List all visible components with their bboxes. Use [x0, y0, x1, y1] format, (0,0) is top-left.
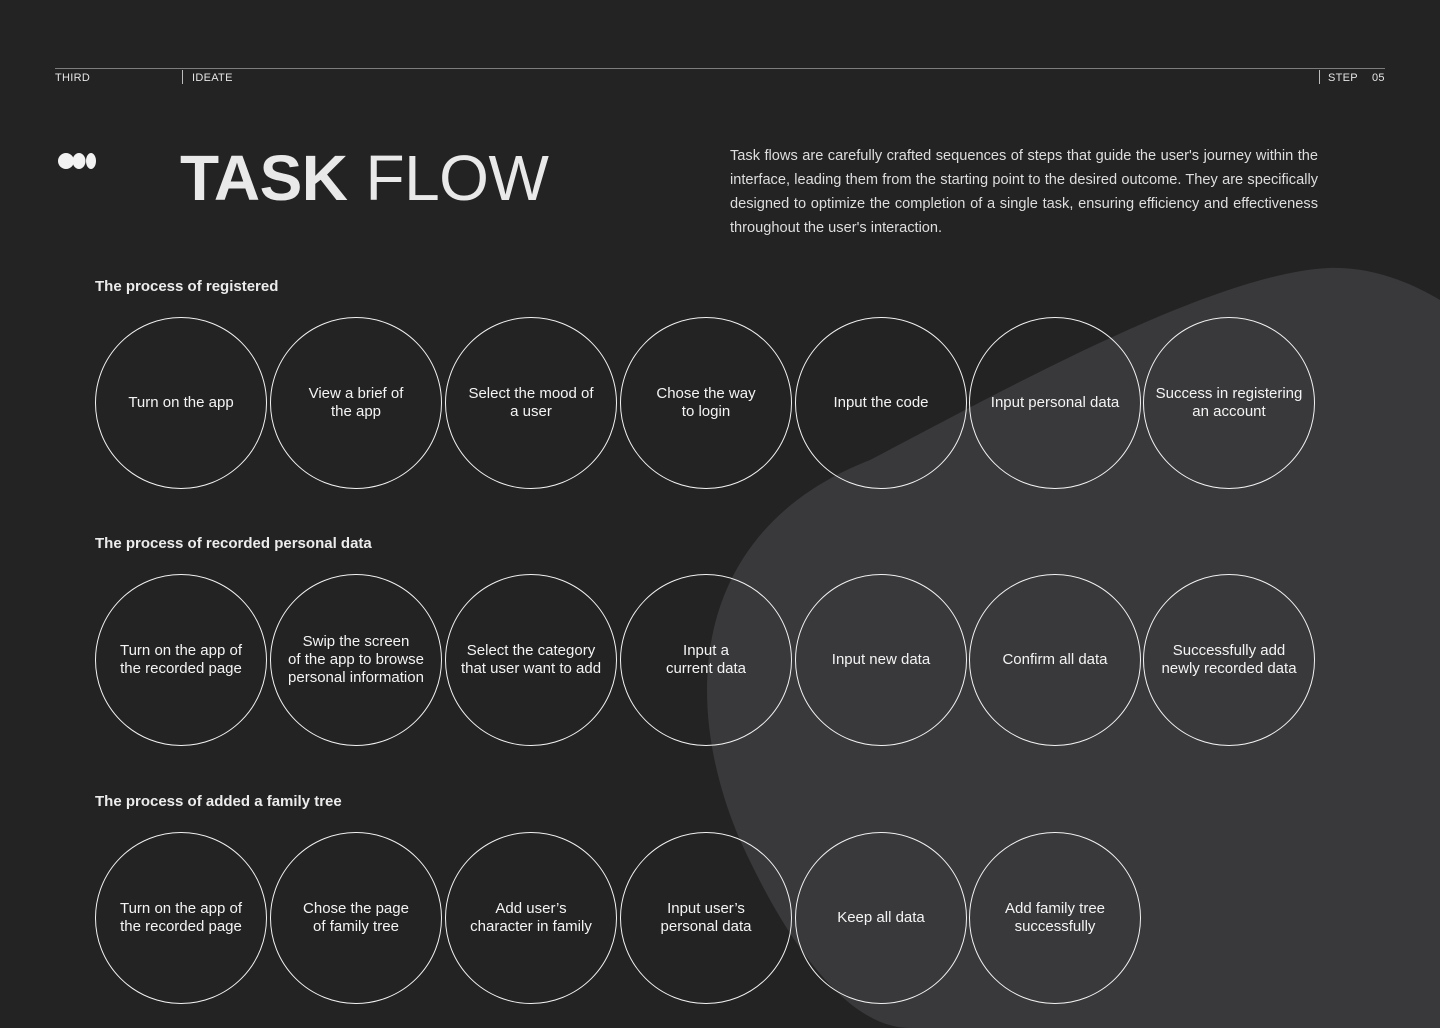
flow-step: Turn on the app of the recorded page — [95, 832, 267, 1004]
flow-step-label: Input a current data — [665, 642, 747, 677]
flow-step: Input user’s personal data — [620, 832, 792, 1004]
flow-step: Keep all data — [795, 832, 967, 1004]
flow-step-label: Turn on the app of the recorded page — [119, 642, 243, 677]
page-description: Task flows are carefully crafted sequenc… — [730, 148, 1318, 236]
flow-step: Add user’s character in family — [445, 832, 617, 1004]
header-section-label: IDEATE — [192, 72, 233, 84]
header-divider — [1319, 70, 1320, 84]
flow-step-label: Add family tree successfully — [1004, 900, 1106, 935]
flow-step: Input the code — [795, 317, 967, 489]
top-meta-bar: THIRD IDEATE STEP 05 — [55, 68, 1385, 85]
flow-step-label: Swip the screen of the app to browse per… — [288, 633, 424, 686]
flow-step-label: Input new data — [831, 651, 931, 668]
flow-step: View a brief of the app — [270, 317, 442, 489]
flow-step-label: Input the code — [833, 394, 929, 411]
flow-step: Input new data — [795, 574, 967, 746]
process-title-recorded-data: The process of recorded personal data — [95, 535, 372, 552]
flow-step: Success in registering an account — [1143, 317, 1315, 489]
flow-step-label: Keep all data — [837, 909, 925, 926]
flow-step-label: Chose the page of family tree — [303, 900, 409, 935]
flow-step: Chose the way to login — [620, 317, 792, 489]
flow-step: Select the mood of a user — [445, 317, 617, 489]
flow-step-label: Input personal data — [990, 394, 1120, 411]
flow-step-label: Add user’s character in family — [470, 900, 592, 935]
page-title-light: FLOW — [365, 142, 549, 214]
process-title-family-tree: The process of added a family tree — [95, 793, 342, 810]
flow-step-label: Input user’s personal data — [660, 900, 752, 935]
page-title: TASK FLOW — [180, 140, 549, 216]
header-divider — [182, 70, 183, 84]
flow-step-label: Chose the way to login — [656, 385, 756, 420]
flow-step: Select the category that user want to ad… — [445, 574, 617, 746]
flow-step-label: View a brief of the app — [308, 385, 404, 420]
flow-step-label: Select the mood of a user — [468, 385, 594, 420]
flow-step-label: Successfully add newly recorded data — [1161, 642, 1297, 677]
flow-row-registered: Turn on the app View a brief of the app … — [95, 317, 1325, 491]
flow-step: Input a current data — [620, 574, 792, 746]
flow-step: Add family tree successfully — [969, 832, 1141, 1004]
flow-step: Turn on the app — [95, 317, 267, 489]
header-left-label: THIRD — [55, 72, 91, 84]
flow-step-label: Select the category that user want to ad… — [460, 642, 602, 677]
process-title-registered: The process of registered — [95, 278, 279, 295]
flow-step: Input personal data — [969, 317, 1141, 489]
flow-step: Chose the page of family tree — [270, 832, 442, 1004]
header-step-number: 05 — [1372, 72, 1385, 84]
flow-step: Turn on the app of the recorded page — [95, 574, 267, 746]
flow-step: Confirm all data — [969, 574, 1141, 746]
flow-step: Swip the screen of the app to browse per… — [270, 574, 442, 746]
header-step-label: STEP — [1328, 72, 1358, 84]
flow-step-label: Confirm all data — [1002, 651, 1108, 668]
flow-step: Successfully add newly recorded data — [1143, 574, 1315, 746]
page-title-bold: TASK — [180, 142, 348, 214]
flow-step-label: Success in registering an account — [1155, 385, 1303, 420]
dots-logo-icon — [58, 153, 96, 169]
flow-step-label: Turn on the app of the recorded page — [119, 900, 243, 935]
flow-step-label: Turn on the app — [128, 394, 234, 411]
flow-row-recorded-data: Turn on the app of the recorded page Swi… — [95, 574, 1325, 748]
flow-row-family-tree: Turn on the app of the recorded page Cho… — [95, 832, 1325, 1006]
